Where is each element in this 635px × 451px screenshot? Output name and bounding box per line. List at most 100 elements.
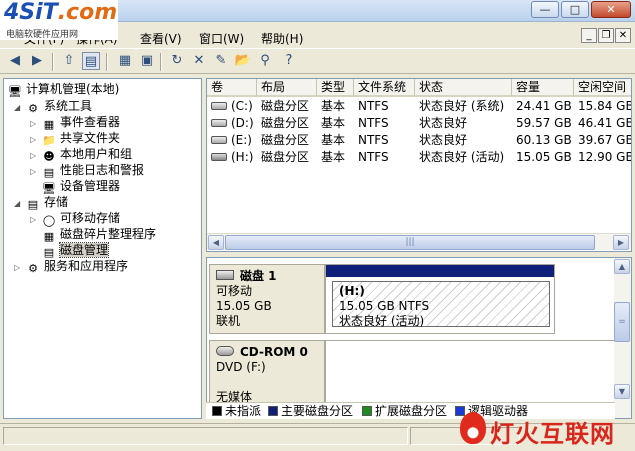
column-header-free-space[interactable]: 空闲空间 [574,79,631,97]
tree-item-storage[interactable]: ◢ ▤ 存储 [14,194,68,212]
menu-view[interactable]: 查看(V) [140,30,182,47]
type-cell: 基本 [321,150,346,164]
type-cell: 基本 [321,99,346,113]
window-controls: — □ ✕ [531,1,631,18]
disk-1-size: 15.05 GB [216,299,272,313]
help-icon[interactable]: ? [280,52,298,70]
table-row[interactable]: (D:) 磁盘分区 基本 NTFS 状态良好 59.57 GB 46.41 GB [207,115,631,132]
child-minimize-button[interactable]: _ [581,28,597,43]
tree-item-removable-storage[interactable]: ▷ ◯ 可移动存储 [30,210,120,228]
column-header-status[interactable]: 状态 [415,79,512,97]
menu-window[interactable]: 窗口(W) [199,30,244,47]
cdrom-0-area [325,340,615,410]
child-window-controls: _ ❐ ✕ [581,28,631,43]
scroll-down-arrow-icon[interactable]: ▼ [614,384,630,399]
menu-help[interactable]: 帮助(H) [261,30,303,47]
up-folder-icon[interactable]: ⇧ [60,52,78,70]
free-space-cell: 46.41 GB [578,116,632,130]
cd-drive-icon [216,346,234,356]
removable-disk-icon [216,270,234,280]
scrollbar-thumb[interactable]: ||| [225,235,595,250]
partition-h-size: 15.05 GB NTFS [339,299,430,313]
tree-item-shared-folders[interactable]: ▷ 📁 共享文件夹 [30,130,120,147]
partition-h[interactable]: (H:) 15.05 GB NTFS 状态良好 (活动) [332,281,550,328]
type-cell: 基本 [321,133,346,147]
capacity-cell: 24.41 GB [516,99,572,113]
table-row[interactable]: (C:) 磁盘分区 基本 NTFS 状态良好 (系统) 24.41 GB 15.… [207,98,631,115]
column-header-capacity[interactable]: 容量 [512,79,574,97]
tree-item-disk-management[interactable]: ▤ 磁盘管理 [42,242,110,259]
tree-item-computer-management[interactable]: 🖥 计算机管理(本地) [8,81,119,98]
collapse-arrow-icon[interactable]: ◢ [14,196,23,212]
search-icon[interactable]: ⚲ [256,52,274,70]
scroll-right-arrow-icon[interactable]: ▶ [613,235,629,250]
properties-icon[interactable]: ✎ [212,52,230,70]
table-row[interactable]: (H:) 磁盘分区 基本 NTFS 状态良好 (活动) 15.05 GB 12.… [207,149,631,166]
legend-swatch [268,406,278,416]
disk-1-status: 联机 [216,314,241,328]
column-header-layout[interactable]: 布局 [257,79,317,97]
disk-1-title: 磁盘 1 [216,269,318,284]
primary-partition-bar [326,265,554,277]
scroll-up-arrow-icon[interactable]: ▲ [614,259,630,274]
legend-swatch [212,406,222,416]
free-space-cell: 12.90 GB [578,150,632,164]
expand-arrow-icon[interactable]: ▷ [14,260,23,276]
status-cell: 状态良好 (活动) [419,150,505,164]
partition-h-label: (H:) [339,284,365,298]
volume-list-header: 卷 布局 类型 文件系统 状态 容量 空闲空间 [207,79,631,97]
tree-item-performance-logs[interactable]: ▷ ▤ 性能日志和警报 [30,162,144,180]
filesystem-cell: NTFS [358,133,389,147]
layout-cell: 磁盘分区 [261,133,310,147]
child-restore-button[interactable]: ❐ [598,28,614,43]
tree-item-event-viewer[interactable]: ▷ ▦ 事件查看器 [30,114,120,131]
toolbar-separator [52,53,54,71]
bottom-watermark-text: 灯火互联网 [490,420,615,448]
status-cell: 状态良好 (系统) [419,99,505,113]
column-header-filesystem[interactable]: 文件系统 [354,79,415,97]
hard-disk-icon [211,136,227,144]
legend-primary-partition: 主要磁盘分区 [268,403,353,419]
tree-item-defragmenter[interactable]: ▦ 磁盘碎片整理程序 [42,226,156,243]
forward-arrow-icon[interactable]: ▶ [28,52,46,70]
table-row[interactable]: (E:) 磁盘分区 基本 NTFS 状态良好 60.13 GB 39.67 GB [207,132,631,149]
horizontal-scrollbar[interactable]: ◀ ||| ▶ [207,233,631,250]
volume-cell: (D:) [207,115,257,132]
disk-1-partition-area: (H:) 15.05 GB NTFS 状态良好 (活动) [325,264,555,334]
capacity-cell: 60.13 GB [516,133,572,147]
back-arrow-icon[interactable]: ◀ [6,52,24,70]
open-icon[interactable]: 📂 [234,52,252,70]
volume-cell: (C:) [207,98,257,115]
cdrom-0-info[interactable]: CD-ROM 0 DVD (F:) 无媒体 [209,340,325,410]
maximize-button[interactable]: □ [561,1,589,18]
scroll-left-arrow-icon[interactable]: ◀ [208,235,224,250]
minimize-button[interactable]: — [531,1,559,18]
computer-icon: 🖥 [8,85,22,98]
export-list-icon[interactable]: ▣ [138,52,156,70]
legend-swatch [362,406,372,416]
export-icon[interactable]: ▦ [116,52,134,70]
vertical-scrollbar-thumb[interactable]: = [614,302,630,342]
tree-item-local-users[interactable]: ▷ ☻ 本地用户和组 [30,146,132,163]
close-button[interactable]: ✕ [591,1,631,18]
disk-graphical-view: 磁盘 1 可移动 15.05 GB 联机 (H:) 15.05 GB NTFS … [206,257,632,419]
tree-item-device-manager[interactable]: 🖥 设备管理器 [42,178,120,195]
expand-arrow-icon[interactable]: ▷ [30,212,39,228]
vertical-scrollbar[interactable]: ▲ = ▼ [614,258,631,418]
tree-item-system-tools[interactable]: ◢ ⚙ 系统工具 [14,98,92,116]
refresh-icon[interactable]: ↻ [168,52,186,70]
expand-arrow-icon[interactable]: ▷ [30,164,39,180]
column-header-type[interactable]: 类型 [317,79,354,97]
child-close-button[interactable]: ✕ [615,28,631,43]
delete-icon[interactable]: ✕ [190,52,208,70]
legend-unallocated: 未指派 [212,403,261,419]
disk-1-info[interactable]: 磁盘 1 可移动 15.05 GB 联机 [209,264,325,334]
volume-list: 卷 布局 类型 文件系统 状态 容量 空闲空间 (C:) 磁盘分区 基本 NTF… [206,78,632,252]
watermark-logo-text: 4SiT.com [4,0,118,25]
type-cell: 基本 [321,116,346,130]
collapse-arrow-icon[interactable]: ◢ [14,100,23,116]
tree-item-services-applications[interactable]: ▷ ⚙ 服务和应用程序 [14,258,128,276]
status-cell: 状态良好 [419,133,468,147]
column-header-volume[interactable]: 卷 [207,79,257,97]
show-tree-icon[interactable]: ▤ [82,52,100,70]
